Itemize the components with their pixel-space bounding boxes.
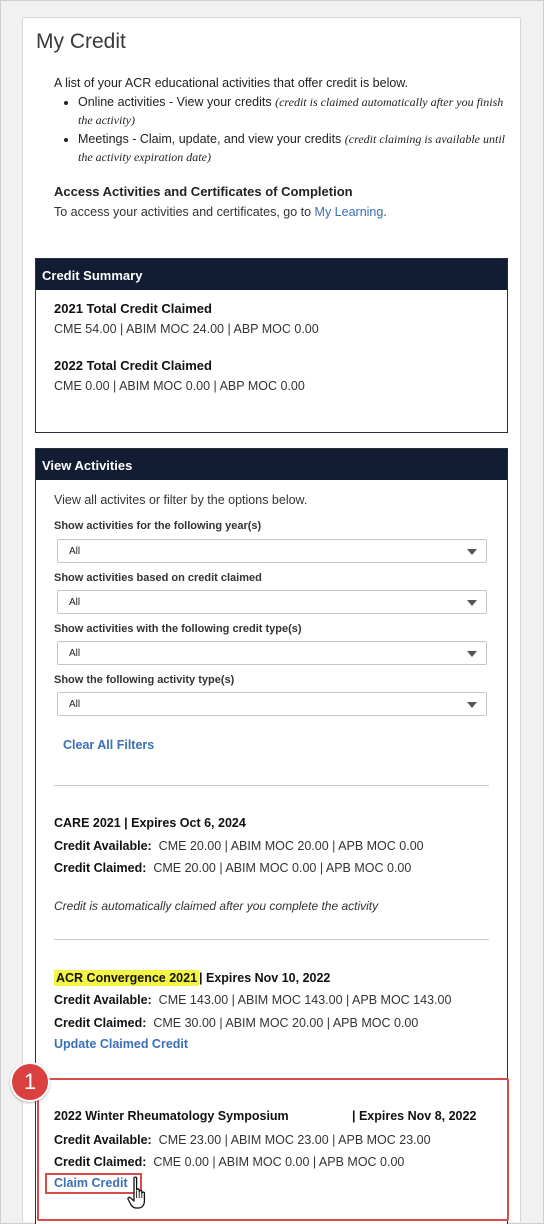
highlighted-title: ACR Convergence 2021: [54, 970, 200, 986]
summary-2022-title: 2022 Total Credit Claimed: [54, 358, 212, 373]
activities-intro: View all activites or filter by the opti…: [54, 493, 308, 507]
filter-year-select[interactable]: All: [57, 539, 487, 563]
chevron-down-icon: [467, 549, 477, 555]
page-title: My Credit: [36, 30, 126, 53]
highlight-box: [37, 1078, 509, 1221]
intro-section: A list of your ACR educational activitie…: [54, 74, 514, 167]
step-number-badge: 1: [10, 1062, 50, 1102]
activity-credit-available: Credit Available: CME 20.00 | ABIM MOC 2…: [54, 839, 424, 853]
filter-year-label: Show activities for the following year(s…: [54, 520, 262, 532]
access-text: To access your activities and certificat…: [54, 205, 387, 219]
bullet-online: Online activities - View your credits (c…: [78, 93, 514, 129]
summary-2021-title: 2021 Total Credit Claimed: [54, 301, 212, 316]
intro-bullets: Online activities - View your credits (c…: [78, 93, 514, 166]
activity-title: CARE 2021 | Expires Oct 6, 2024: [54, 816, 246, 830]
chevron-down-icon: [467, 600, 477, 606]
chevron-down-icon: [467, 702, 477, 708]
activity-auto-claim-note: Credit is automatically claimed after yo…: [54, 899, 379, 913]
view-activities-header: View Activities: [36, 449, 507, 480]
filter-credit-type-select[interactable]: All: [57, 641, 487, 665]
filter-claimed-label: Show activities based on credit claimed: [54, 572, 262, 584]
credit-summary-panel: Credit Summary 2021 Total Credit Claimed…: [35, 258, 508, 433]
activity-title: ACR Convergence 2021 | Expires Nov 10, 20…: [54, 970, 331, 986]
divider: [54, 939, 489, 940]
summary-2021-line: CME 54.00 | ABIM MOC 24.00 | ABP MOC 0.0…: [54, 322, 319, 336]
chevron-down-icon: [467, 651, 477, 657]
hand-pointer-icon: [127, 1176, 146, 1209]
activity-credit-claimed: Credit Claimed: CME 30.00 | ABIM MOC 20.…: [54, 1016, 419, 1030]
bullet-meetings: Meetings - Claim, update, and view your …: [78, 130, 514, 166]
clear-all-filters-link[interactable]: Clear All Filters: [63, 738, 154, 752]
claim-credit-link[interactable]: Claim Credit: [54, 1176, 128, 1190]
filter-claimed-select[interactable]: All: [57, 590, 487, 614]
my-learning-link[interactable]: My Learning: [315, 205, 384, 219]
update-claimed-credit-link[interactable]: Update Claimed Credit: [54, 1037, 188, 1051]
intro-text: A list of your ACR educational activitie…: [54, 76, 409, 90]
summary-2022-line: CME 0.00 | ABIM MOC 0.00 | ABP MOC 0.00: [54, 379, 305, 393]
filter-credit-type-label: Show activities with the following credi…: [54, 623, 302, 635]
filter-activity-type-label: Show the following activity type(s): [54, 674, 235, 686]
credit-summary-header: Credit Summary: [36, 259, 507, 290]
divider: [54, 785, 489, 786]
access-title: Access Activities and Certificates of Co…: [54, 184, 353, 199]
activity-credit-available: Credit Available: CME 143.00 | ABIM MOC …: [54, 993, 452, 1007]
filter-activity-type-select[interactable]: All: [57, 692, 487, 716]
activity-credit-claimed: Credit Claimed: CME 20.00 | ABIM MOC 0.0…: [54, 861, 412, 875]
